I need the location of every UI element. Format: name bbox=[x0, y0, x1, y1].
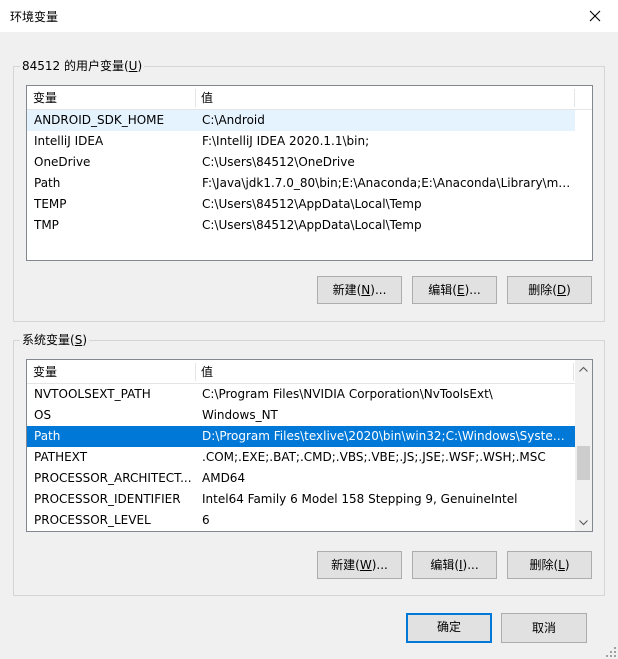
variable-name-cell: ANDROID_SDK_HOME bbox=[34, 113, 165, 127]
header-value[interactable]: 值 bbox=[195, 360, 573, 384]
system-delete-button[interactable]: 删除(L) bbox=[507, 551, 592, 579]
table-row[interactable]: PROCESSOR_ARCHITECT... AMD64 bbox=[27, 468, 575, 489]
table-row[interactable]: PROCESSOR_LEVEL 6 bbox=[27, 510, 575, 531]
header-name[interactable]: 变量 bbox=[27, 360, 195, 384]
list-header: 变量 值 bbox=[27, 360, 575, 384]
variable-value-cell: Intel64 Family 6 Model 158 Stepping 9, G… bbox=[202, 492, 518, 506]
table-row[interactable]: ANDROID_SDK_HOME C:\Android bbox=[27, 110, 575, 131]
variable-name-cell: OneDrive bbox=[34, 155, 91, 169]
table-row[interactable]: PATHEXT .COM;.EXE;.BAT;.CMD;.VBS;.VBE;.JS… bbox=[27, 447, 575, 468]
cancel-button[interactable]: 取消 bbox=[501, 613, 587, 643]
user-variables-label: 84512 的用户变量(U) bbox=[20, 59, 145, 73]
table-row[interactable]: NVTOOLSEXT_PATH C:\Program Files\NVIDIA C… bbox=[27, 384, 575, 405]
user-new-button[interactable]: 新建(N)... bbox=[317, 276, 402, 304]
chevron-up-icon bbox=[579, 366, 588, 372]
table-row[interactable]: TMP C:\Users\84512\AppData\Local\Temp bbox=[27, 215, 575, 236]
variable-name-cell: PROCESSOR_IDENTIFIER bbox=[34, 492, 181, 506]
variable-name-cell: NVTOOLSEXT_PATH bbox=[34, 387, 151, 401]
variable-value-cell: F:\IntelliJ IDEA 2020.1.1\bin; bbox=[202, 134, 370, 148]
user-variables-list[interactable]: 变量 值 ANDROID_SDK_HOME C:\Android IntelliJ … bbox=[26, 85, 593, 261]
scroll-thumb[interactable] bbox=[577, 446, 590, 480]
system-variables-label: 系统变量(S) bbox=[20, 333, 89, 347]
system-edit-button[interactable]: 编辑(I)... bbox=[412, 551, 497, 579]
variable-value-cell: F:\Java\jdk1.7.0_80\bin;E:\Anaconda;E:\A… bbox=[202, 176, 572, 190]
variable-name-cell: TMP bbox=[34, 218, 59, 232]
variable-value-cell: C:\Program Files\NVIDIA Corporation\NvTo… bbox=[202, 387, 493, 401]
chevron-down-icon bbox=[579, 519, 588, 525]
variable-value-cell: C:\Users\84512\OneDrive bbox=[202, 155, 355, 169]
list-header: 变量 值 bbox=[27, 86, 592, 110]
ok-button[interactable]: 确定 bbox=[406, 613, 492, 643]
header-value[interactable]: 值 bbox=[195, 86, 575, 110]
window-title: 环境变量 bbox=[10, 10, 59, 24]
title-bar: 环境变量 bbox=[0, 0, 618, 32]
header-name[interactable]: 变量 bbox=[27, 86, 195, 110]
variable-name-cell: IntelliJ IDEA bbox=[34, 134, 104, 148]
scroll-up-arrow[interactable] bbox=[575, 360, 592, 377]
variable-name-cell: PATHEXT bbox=[34, 450, 88, 464]
table-row[interactable]: Path D:\Program Files\texlive\2020\bin\wi… bbox=[27, 426, 575, 447]
variable-value-cell: C:\Users\84512\AppData\Local\Temp bbox=[202, 218, 422, 232]
table-row[interactable]: Path F:\Java\jdk1.7.0_80\bin;E:\Anaconda;… bbox=[27, 173, 575, 194]
variable-name-cell: Path bbox=[34, 176, 61, 190]
scroll-down-arrow[interactable] bbox=[575, 514, 592, 531]
variable-value-cell: C:\Users\84512\AppData\Local\Temp bbox=[202, 197, 422, 211]
variable-value-cell: 6 bbox=[202, 513, 210, 527]
user-edit-button[interactable]: 编辑(E)... bbox=[412, 276, 497, 304]
resize-grip-icon[interactable] bbox=[606, 647, 616, 657]
variable-name-cell: PROCESSOR_LEVEL bbox=[34, 513, 151, 527]
close-button[interactable] bbox=[572, 0, 618, 32]
variable-name-cell: Path bbox=[34, 429, 61, 443]
variable-name-cell: TEMP bbox=[34, 197, 67, 211]
variable-value-cell: D:\Program Files\texlive\2020\bin\win32;… bbox=[202, 429, 572, 443]
table-row[interactable]: OneDrive C:\Users\84512\OneDrive bbox=[27, 152, 575, 173]
variable-value-cell: AMD64 bbox=[202, 471, 246, 485]
vertical-scrollbar[interactable] bbox=[575, 360, 592, 531]
table-row[interactable]: IntelliJ IDEA F:\IntelliJ IDEA 2020.1.1\b… bbox=[27, 131, 575, 152]
table-row[interactable]: TEMP C:\Users\84512\AppData\Local\Temp bbox=[27, 194, 575, 215]
variable-value-cell: .COM;.EXE;.BAT;.CMD;.VBS;.VBE;.JS;.JSE;.… bbox=[202, 450, 546, 464]
system-new-button[interactable]: 新建(W)... bbox=[317, 551, 402, 579]
variable-name-cell: PROCESSOR_ARCHITECT... bbox=[34, 471, 192, 485]
variable-value-cell: Windows_NT bbox=[202, 408, 278, 422]
system-variables-list[interactable]: 变量 值 NVTOOLSEXT_PATH C:\Program Files\NVI… bbox=[26, 359, 593, 532]
variable-value-cell: C:\Android bbox=[202, 113, 265, 127]
close-icon bbox=[589, 10, 601, 22]
variable-name-cell: OS bbox=[34, 408, 52, 422]
table-row[interactable]: PROCESSOR_IDENTIFIER Intel64 Family 6 Mod… bbox=[27, 489, 575, 510]
user-delete-button[interactable]: 删除(D) bbox=[507, 276, 592, 304]
table-row[interactable]: OS Windows_NT bbox=[27, 405, 575, 426]
